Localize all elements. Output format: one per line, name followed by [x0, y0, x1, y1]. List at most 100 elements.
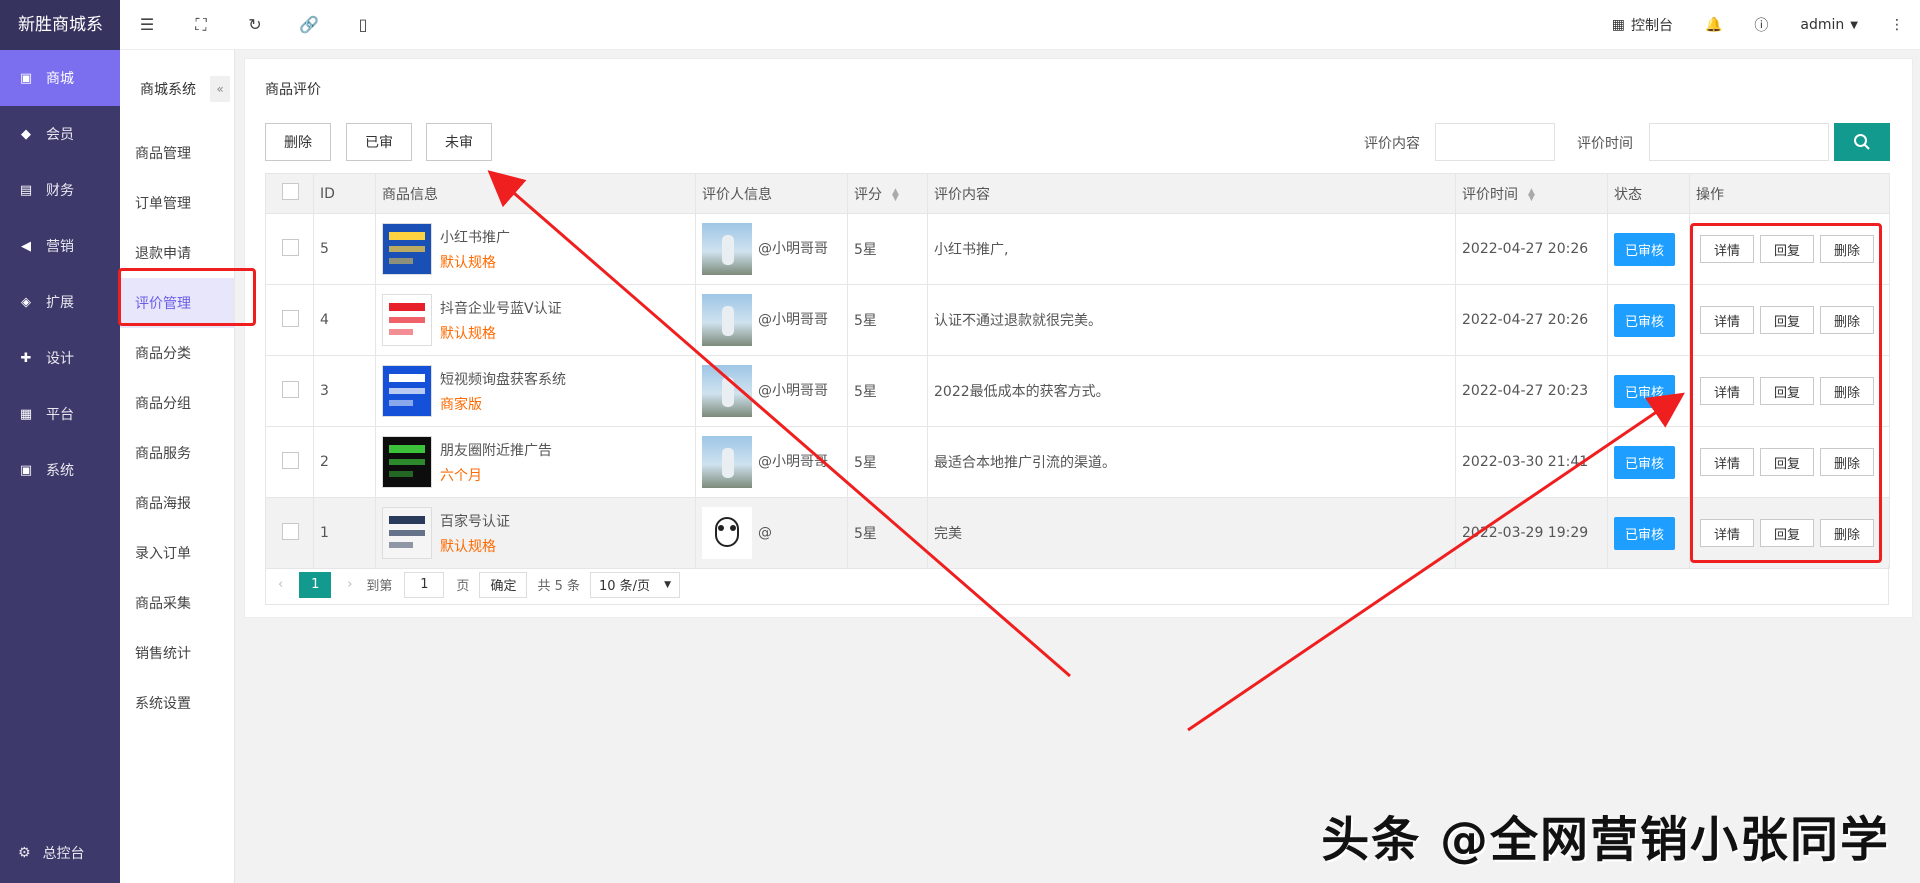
nav-item-shop[interactable]: ▣ 商城 — [0, 50, 120, 106]
table-row: 2 朋友圈附近推广告 六个月 @小明哥哥 5星 最适合本地推广引流的渠道。 20… — [265, 426, 1890, 498]
sub-nav-item[interactable]: 商品服务 — [120, 428, 234, 478]
sub-nav-item[interactable]: 销售统计 — [120, 628, 234, 678]
page-title: 商品评价 — [265, 82, 321, 98]
cell-status: 已审核 — [1607, 355, 1690, 427]
bell-icon[interactable]: 🔔 — [1689, 0, 1738, 50]
avatar — [702, 365, 752, 417]
product-thumbnail — [382, 294, 432, 346]
nav-label: 商城 — [46, 71, 74, 87]
review-table: ID 商品信息 评价人信息 评分 ▲ ▼ 评价内容 评价时间 ▲ ▼ 状态 操作 5 — [265, 173, 1890, 569]
nav-item-member[interactable]: ◆ 会员 — [0, 106, 120, 162]
nav-item-console[interactable]: ⚙ 总控台 — [0, 829, 120, 877]
col-actions: 操作 — [1689, 173, 1890, 214]
status-badge[interactable]: 已审核 — [1614, 232, 1676, 266]
cell-id: 4 — [313, 284, 376, 356]
goto-confirm-button[interactable]: 确定 — [479, 571, 528, 598]
sub-nav-item[interactable]: 商品分组 — [120, 378, 234, 428]
prev-page-icon[interactable]: ‹ — [278, 577, 283, 592]
filter-content-input[interactable] — [1435, 123, 1555, 161]
cell-reviewer: @小明哥哥 — [695, 355, 848, 427]
cell-id: 2 — [313, 426, 376, 498]
cell-reviewer: @小明哥哥 — [695, 284, 848, 356]
product-name[interactable]: 抖音企业号蓝V认证 — [440, 298, 562, 318]
sort-icon[interactable]: ▲ ▼ — [892, 187, 899, 202]
approve-button[interactable]: 已审 — [346, 123, 412, 161]
row-checkbox[interactable] — [282, 380, 299, 398]
product-name[interactable]: 小红书推广 — [440, 227, 510, 247]
cell-score: 5星 — [847, 284, 928, 356]
product-name[interactable]: 朋友圈附近推广告 — [440, 440, 552, 460]
cell-reviewer: @小明哥哥 — [695, 213, 848, 285]
status-badge[interactable]: 已审核 — [1614, 516, 1676, 550]
product-name[interactable]: 百家号认证 — [440, 511, 510, 531]
row-checkbox[interactable] — [282, 309, 299, 327]
nav-item-extend[interactable]: ◈ 扩展 — [0, 274, 120, 330]
gear-icon: ⚙ — [18, 845, 31, 861]
col-content: 评价内容 — [927, 173, 1456, 214]
refresh-icon[interactable]: ↻ — [228, 0, 282, 50]
nav-label: 总控台 — [42, 846, 85, 862]
select-all-checkbox[interactable] — [282, 183, 299, 200]
goto-page-input[interactable]: 1 — [404, 571, 445, 598]
status-badge[interactable]: 已审核 — [1614, 445, 1676, 479]
avatar — [702, 223, 752, 275]
table-row: 5 小红书推广 默认规格 @小明哥哥 5星 小红书推广, 2022-04-27 … — [265, 213, 1890, 285]
row-select-cell — [265, 355, 314, 427]
per-page-select[interactable]: 10 条/页 ▼ — [590, 571, 680, 598]
product-spec: 默认规格 — [440, 254, 496, 271]
cube-icon: ◈ — [21, 294, 31, 310]
nav-label: 扩展 — [46, 295, 74, 311]
cell-status: 已审核 — [1607, 213, 1690, 285]
sub-sidebar: 商城系统 « 商品管理 订单管理 退款申请 评价管理 商品分类 商品分组 商品服务 商品海报录… — [120, 50, 235, 883]
cell-time: 2022-03-29 19:29 — [1455, 497, 1608, 569]
sub-nav-item[interactable]: 录入订单 — [120, 528, 234, 578]
reviewer-name: @小明哥哥 — [758, 383, 828, 399]
status-badge[interactable]: 已审核 — [1614, 374, 1676, 408]
menu-toggle-icon[interactable]: ☰ — [120, 0, 174, 50]
sub-nav-item[interactable]: 商品管理 — [120, 128, 234, 178]
col-score-label: 评分 — [854, 186, 882, 203]
nav-item-marketing[interactable]: ◀ 营销 — [0, 218, 120, 274]
status-badge[interactable]: 已审核 — [1614, 303, 1676, 337]
sub-nav-item[interactable]: 商品海报 — [120, 478, 234, 528]
caret-down-icon: ▼ — [664, 579, 671, 590]
mobile-icon[interactable]: ▯ — [336, 0, 390, 50]
next-page-icon[interactable]: › — [347, 577, 352, 592]
nav-item-platform[interactable]: ▦ 平台 — [0, 386, 120, 442]
console-link[interactable]: ▦ 控制台 — [1596, 0, 1689, 50]
row-checkbox[interactable] — [282, 451, 299, 469]
cell-time: 2022-04-27 20:26 — [1455, 213, 1608, 285]
link-icon[interactable]: 🔗 — [282, 0, 336, 50]
row-checkbox[interactable] — [282, 522, 299, 540]
col-id: ID — [313, 173, 376, 214]
search-button[interactable] — [1834, 123, 1890, 161]
sub-nav-item[interactable]: 系统设置 — [120, 678, 234, 728]
cell-product: 百家号认证 默认规格 — [375, 497, 696, 569]
annotation-box-sidebar — [118, 268, 256, 326]
sub-nav-item[interactable]: 商品分类 — [120, 328, 234, 378]
col-time[interactable]: 评价时间 ▲ ▼ — [1455, 173, 1608, 214]
sort-icon[interactable]: ▲ ▼ — [1528, 187, 1535, 202]
pagination: ‹ 1 › 到第 1 页 确定 共 5 条 10 条/页 ▼ — [265, 565, 1889, 605]
nav-item-finance[interactable]: ▤ 财务 — [0, 162, 120, 218]
row-checkbox[interactable] — [282, 238, 299, 256]
cell-product: 抖音企业号蓝V认证 默认规格 — [375, 284, 696, 356]
product-name[interactable]: 短视频询盘获客系统 — [440, 369, 566, 389]
filter-time-input[interactable] — [1649, 123, 1829, 161]
col-score[interactable]: 评分 ▲ ▼ — [847, 173, 928, 214]
batch-delete-button[interactable]: 删除 — [265, 123, 331, 161]
more-icon[interactable]: ⋮ — [1874, 0, 1920, 50]
nav-item-system[interactable]: ▣ 系统 — [0, 442, 120, 498]
collapse-icon[interactable]: « — [210, 76, 230, 102]
user-menu[interactable]: admin ▼ — [1784, 0, 1874, 50]
nav-item-design[interactable]: ✚ 设计 — [0, 330, 120, 386]
unapprove-button[interactable]: 未审 — [426, 123, 492, 161]
product-spec: 六个月 — [440, 467, 482, 484]
fullscreen-icon[interactable]: ⛶ — [174, 0, 228, 50]
page-1-button[interactable]: 1 — [299, 571, 332, 598]
row-select-cell — [265, 284, 314, 356]
wallet-icon: ▤ — [19, 182, 33, 198]
help-icon[interactable]: ⓘ — [1738, 0, 1784, 50]
sub-nav-item[interactable]: 订单管理 — [120, 178, 234, 228]
sub-nav-item[interactable]: 商品采集 — [120, 578, 234, 628]
